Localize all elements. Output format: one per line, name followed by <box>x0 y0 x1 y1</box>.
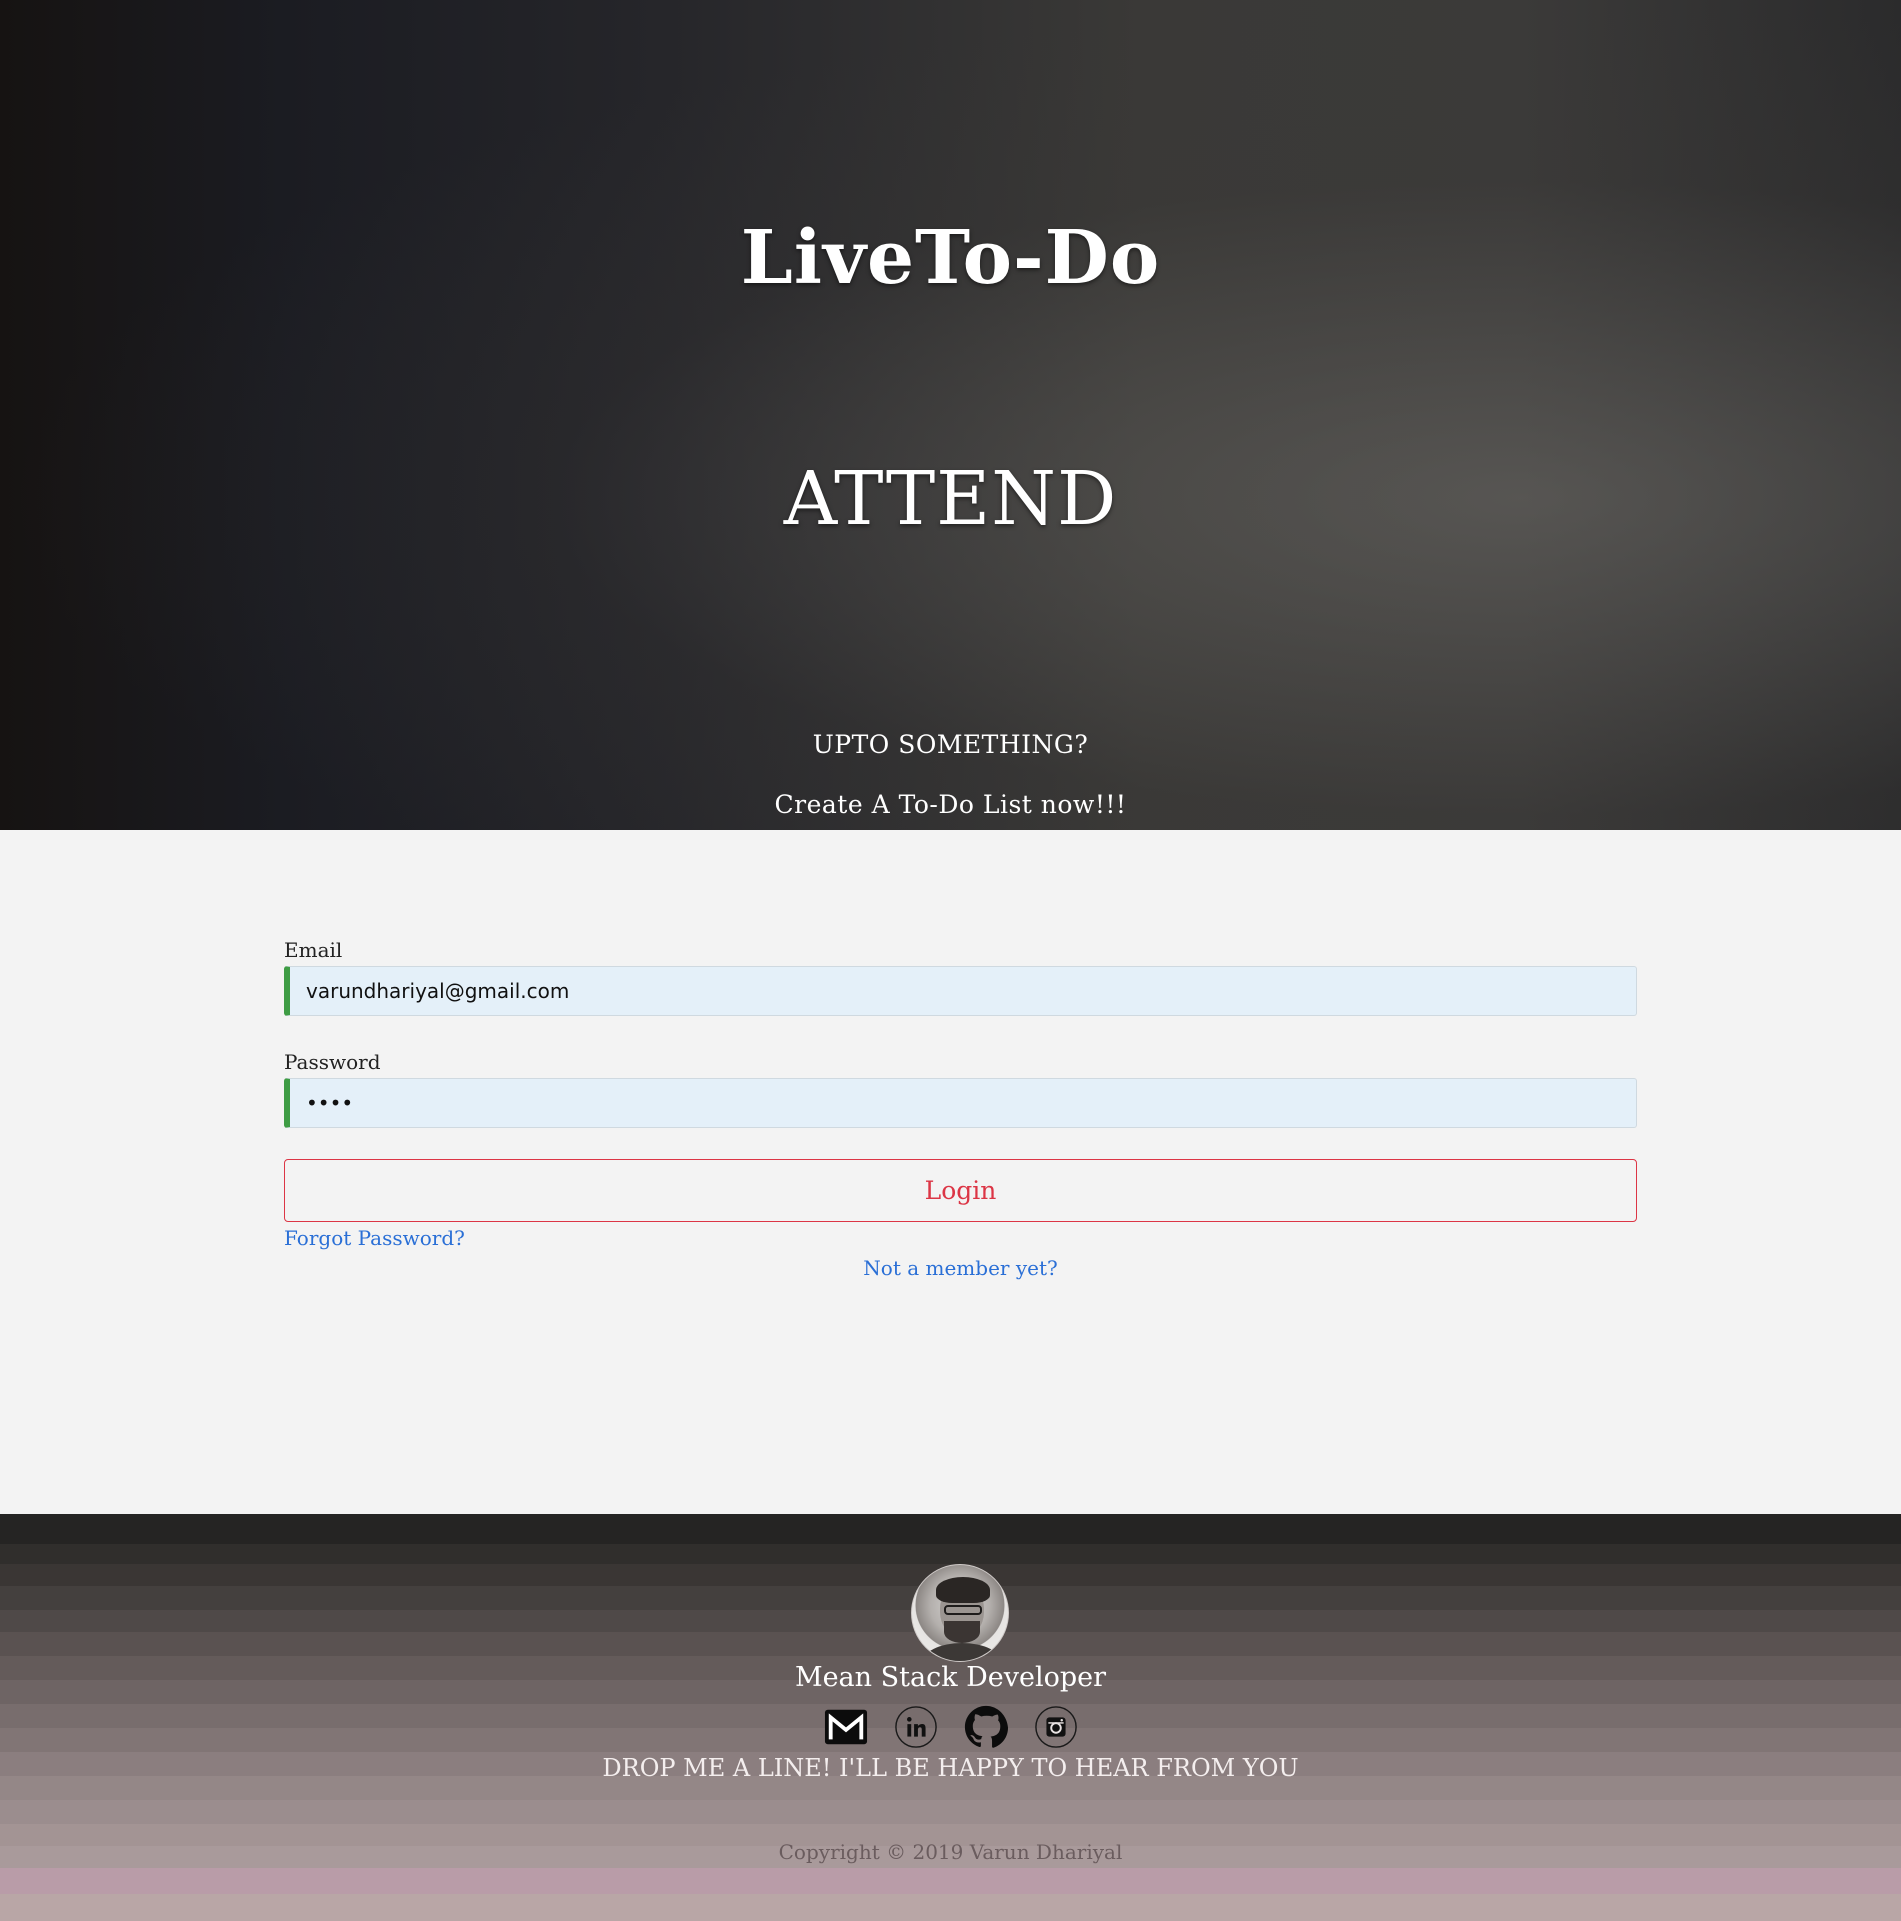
email-label: Email <box>284 938 343 962</box>
developer-role: Mean Stack Developer <box>794 1662 1107 1693</box>
hero-cta-text: Create A To-Do List now!!! <box>774 790 1127 819</box>
app-title: LiveTo-Do <box>740 215 1161 301</box>
password-label: Password <box>284 1050 381 1074</box>
footer: Mean Stack Developer DROP ME A LINE! I'L… <box>0 1514 1901 1921</box>
social-links <box>0 1705 1901 1751</box>
contact-line: DROP ME A LINE! I'LL BE HAPPY TO HEAR FR… <box>602 1754 1299 1782</box>
hero-banner: LiveTo-Do ATTEND UPTO SOMETHING? Create … <box>0 0 1901 830</box>
copyright-text: Copyright © 2019 Varun Dhariyal <box>778 1840 1123 1864</box>
hero-tagline: UPTO SOMETHING? <box>812 730 1089 759</box>
login-form: Email varundhariyal@gmail.com Password •… <box>284 938 1637 1280</box>
rotating-word: ATTEND <box>783 456 1118 542</box>
gmail-icon[interactable] <box>824 1705 868 1749</box>
github-icon[interactable] <box>964 1705 1008 1749</box>
email-field[interactable]: varundhariyal@gmail.com <box>284 966 1637 1016</box>
linkedin-icon[interactable] <box>894 1705 938 1749</box>
signup-link[interactable]: Not a member yet? <box>863 1256 1057 1280</box>
signup-row: Not a member yet? <box>284 1256 1637 1280</box>
instagram-icon[interactable] <box>1034 1705 1078 1749</box>
login-button[interactable]: Login <box>284 1159 1637 1222</box>
forgot-password-link[interactable]: Forgot Password? <box>284 1226 465 1250</box>
avatar <box>911 1564 1009 1662</box>
password-field[interactable]: •••• <box>284 1078 1637 1128</box>
